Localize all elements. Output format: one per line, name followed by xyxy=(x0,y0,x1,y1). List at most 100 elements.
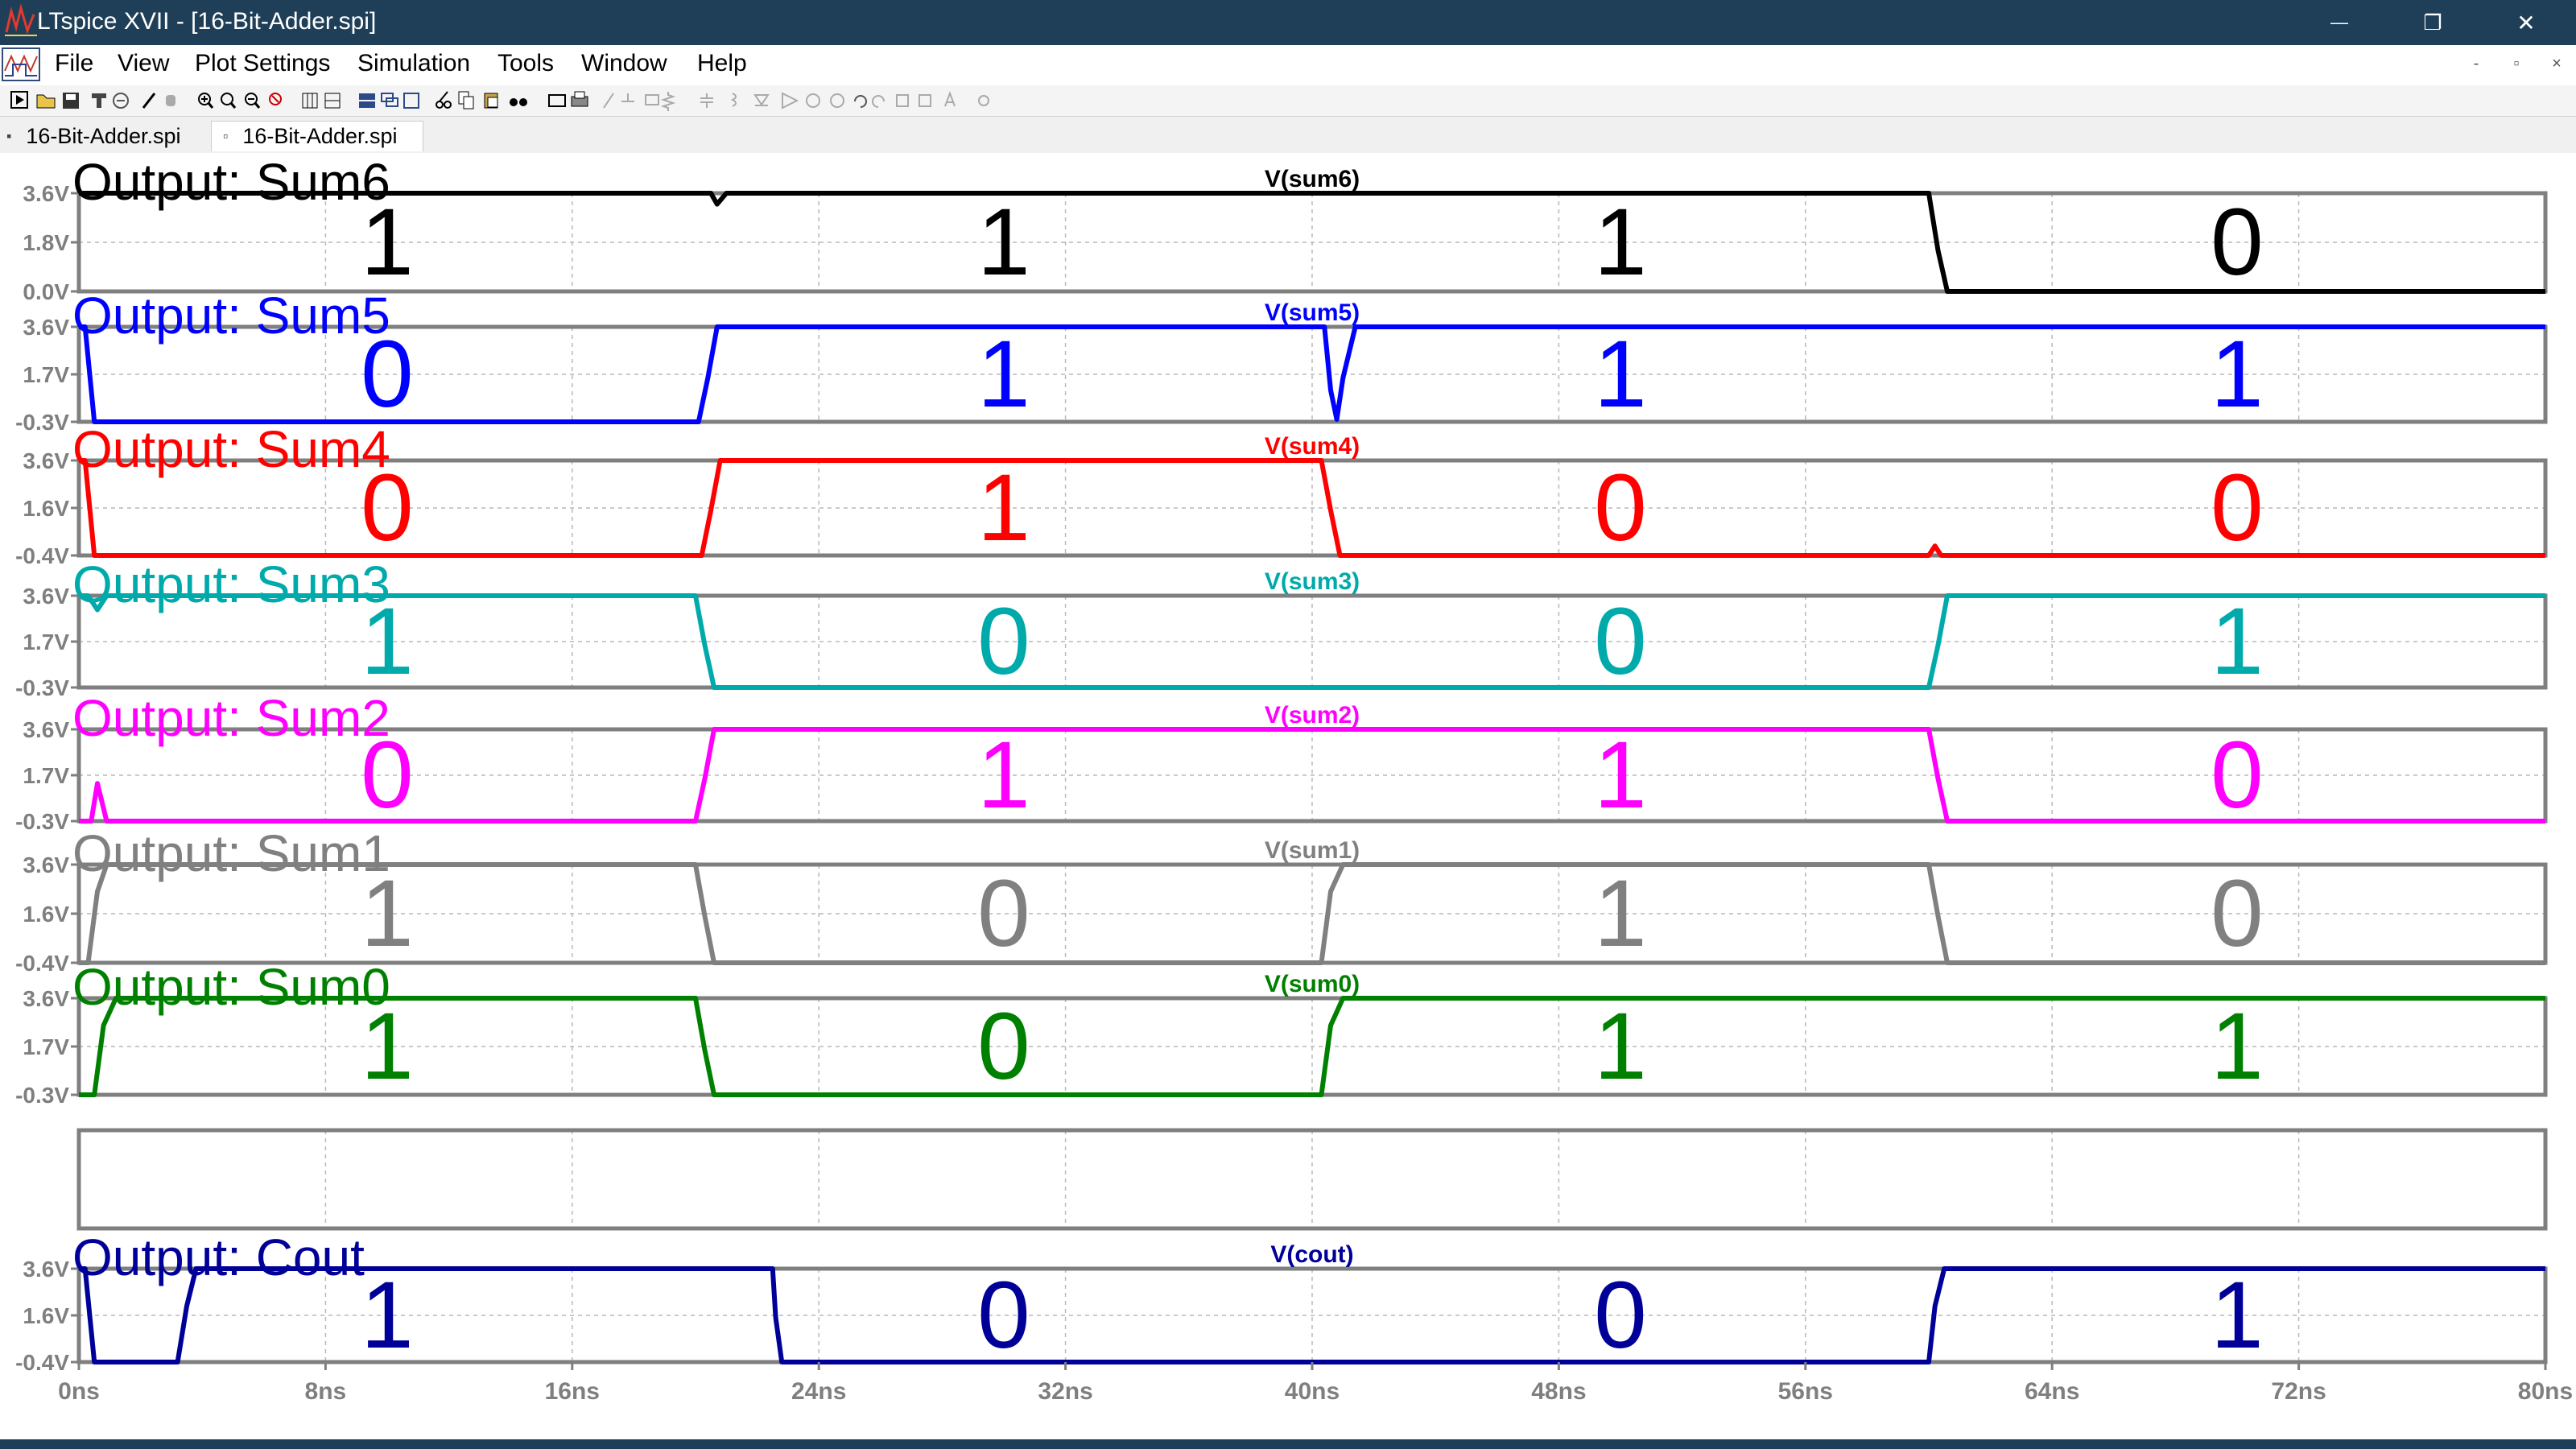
restore-button[interactable]: ❐ xyxy=(2394,0,2471,45)
bit-value-sum1: 0 xyxy=(2211,861,2264,967)
redo-icon[interactable] xyxy=(872,95,885,108)
diode-icon[interactable] xyxy=(753,94,770,106)
annotation-sum5: Output: Sum5 xyxy=(72,287,390,345)
label-net-icon[interactable] xyxy=(645,94,659,105)
bit-value-sum2: 0 xyxy=(2211,722,2264,828)
cut-icon[interactable] xyxy=(436,91,452,109)
bit-value-cout: 0 xyxy=(977,1262,1030,1368)
waveform-viewer[interactable]: 3.6V 1.8V 0.0V V(sum6) Output: Sum6 1 1 1 0 3.6V 1… xyxy=(0,153,2576,1439)
trace-label-sum4[interactable]: V(sum4) xyxy=(1265,433,1360,460)
zoom-out-icon[interactable] xyxy=(245,93,261,109)
draw-wire-icon[interactable] xyxy=(603,93,614,109)
waveform-plot[interactable]: 3.6V1.8V0.0VV(sum6)Output: Sum61 1 1 03.6V1… xyxy=(0,153,2576,1439)
y-tick-label: -0.4V xyxy=(15,951,69,976)
bit-value-sum2: 1 xyxy=(977,722,1030,828)
minimize-button[interactable]: — xyxy=(2301,0,2378,45)
bit-value-sum3: 1 xyxy=(361,588,414,695)
bit-value-sum6: 1 xyxy=(1594,189,1647,295)
rotate-icon[interactable] xyxy=(896,94,909,107)
component-icon[interactable] xyxy=(782,92,799,109)
undo-icon[interactable] xyxy=(854,95,867,108)
tab-schematic[interactable]: ▪ 16-Bit-Adder.spi xyxy=(6,121,200,151)
y-tick-label: -0.4V xyxy=(15,543,69,568)
zoom-area-icon[interactable] xyxy=(221,93,237,109)
probe-icon[interactable] xyxy=(142,93,156,109)
y-tick-label: 1.7V xyxy=(23,1034,69,1059)
trace-label-sum5[interactable]: V(sum5) xyxy=(1265,299,1360,326)
menu-help[interactable]: Help xyxy=(697,50,747,77)
close-button[interactable]: ✕ xyxy=(2487,0,2565,45)
close-window-icon[interactable] xyxy=(403,93,419,109)
title-bar: LTspice XVII - [16-Bit-Adder.spi] — ❐ ✕ xyxy=(0,0,2576,45)
bit-value-sum4: 0 xyxy=(1594,455,1647,561)
ground-icon[interactable] xyxy=(621,93,634,102)
tab-label: 16-Bit-Adder.spi xyxy=(242,124,398,148)
mdi-close-button[interactable]: × xyxy=(2541,55,2573,73)
spice-directive-icon[interactable] xyxy=(978,95,989,106)
cascade-window-icon[interactable] xyxy=(381,93,398,107)
menu-file[interactable]: File xyxy=(55,50,93,77)
hand-icon[interactable] xyxy=(166,95,175,106)
tab-waveform[interactable]: ▫ 16-Bit-Adder.spi xyxy=(211,121,423,151)
trace-label-cout[interactable]: V(cout) xyxy=(1270,1241,1353,1268)
y-tick-label: 1.7V xyxy=(23,763,69,788)
tab-label: 16-Bit-Adder.spi xyxy=(26,123,181,148)
copy-icon[interactable] xyxy=(458,91,474,109)
save-icon[interactable] xyxy=(63,93,79,109)
trace-label-sum2[interactable]: V(sum2) xyxy=(1265,702,1360,729)
print-icon[interactable] xyxy=(571,91,588,107)
bit-value-sum4: 0 xyxy=(2211,455,2264,561)
x-tick-label: 56ns xyxy=(1778,1378,1833,1405)
inductor-icon[interactable] xyxy=(730,93,737,107)
toolbar-icons xyxy=(10,91,989,111)
paste-icon[interactable] xyxy=(484,93,498,109)
y-tick-label: 1.6V xyxy=(23,1303,69,1328)
y-tick-label: 3.6V xyxy=(23,315,69,340)
run-icon[interactable] xyxy=(10,91,28,109)
y-tick-label: 3.6V xyxy=(23,986,69,1011)
mdi-restore-button[interactable]: ▫ xyxy=(2500,55,2533,73)
menu-view[interactable]: View xyxy=(118,50,169,77)
waveform-window-icon[interactable] xyxy=(2,47,40,82)
x-tick-label: 16ns xyxy=(545,1378,600,1405)
move-icon[interactable] xyxy=(806,93,820,108)
y-tick-label: -0.3V xyxy=(15,410,69,435)
menu-plot-settings[interactable]: Plot Settings xyxy=(195,50,330,77)
trace-label-sum6[interactable]: V(sum6) xyxy=(1265,166,1360,192)
grid-icon[interactable] xyxy=(302,93,318,109)
x-tick-label: 48ns xyxy=(1531,1378,1586,1405)
tile-window-icon[interactable] xyxy=(359,93,375,108)
zoom-in-icon[interactable] xyxy=(198,93,214,109)
mirror-icon[interactable] xyxy=(919,94,931,107)
y-tick-label: 1.8V xyxy=(23,230,69,255)
bit-value-sum0: 1 xyxy=(2211,993,2264,1100)
resistor-icon[interactable] xyxy=(660,92,676,111)
trace-label-sum0[interactable]: V(sum0) xyxy=(1265,971,1360,997)
annotation-sum0: Output: Sum0 xyxy=(72,958,390,1016)
tile-horizontal-icon[interactable] xyxy=(324,93,341,109)
text-icon[interactable] xyxy=(944,91,956,107)
bit-value-sum3: 1 xyxy=(2211,588,2264,695)
trace-label-sum3[interactable]: V(sum3) xyxy=(1265,568,1360,595)
menu-simulation[interactable]: Simulation xyxy=(357,50,470,77)
menu-bar: File View Plot Settings Simulation Tools… xyxy=(0,45,2576,85)
trace-label-sum1[interactable]: V(sum1) xyxy=(1265,837,1360,864)
drag-icon[interactable] xyxy=(830,93,844,108)
bit-value-cout: 0 xyxy=(1594,1262,1647,1368)
mdi-minimize-button[interactable]: - xyxy=(2460,55,2492,73)
capacitor-icon[interactable] xyxy=(700,93,713,108)
menu-window[interactable]: Window xyxy=(581,50,667,77)
annotation-sum2: Output: Sum2 xyxy=(72,689,390,747)
ltspice-app-icon[interactable] xyxy=(3,3,39,39)
pan-hand-icon[interactable] xyxy=(113,93,129,109)
window-title: LTspice XVII - [16-Bit-Adder.spi] xyxy=(37,8,377,35)
y-tick-label: -0.3V xyxy=(15,675,69,700)
find-icon[interactable] xyxy=(510,98,527,106)
zoom-cancel-icon[interactable] xyxy=(269,93,282,105)
print-preview-icon[interactable] xyxy=(548,94,566,107)
bit-value-sum4: 1 xyxy=(977,455,1030,561)
autorange-icon[interactable] xyxy=(92,93,106,108)
menu-tools[interactable]: Tools xyxy=(497,50,554,77)
open-icon[interactable] xyxy=(36,94,56,109)
x-tick-label: 64ns xyxy=(2025,1378,2079,1405)
